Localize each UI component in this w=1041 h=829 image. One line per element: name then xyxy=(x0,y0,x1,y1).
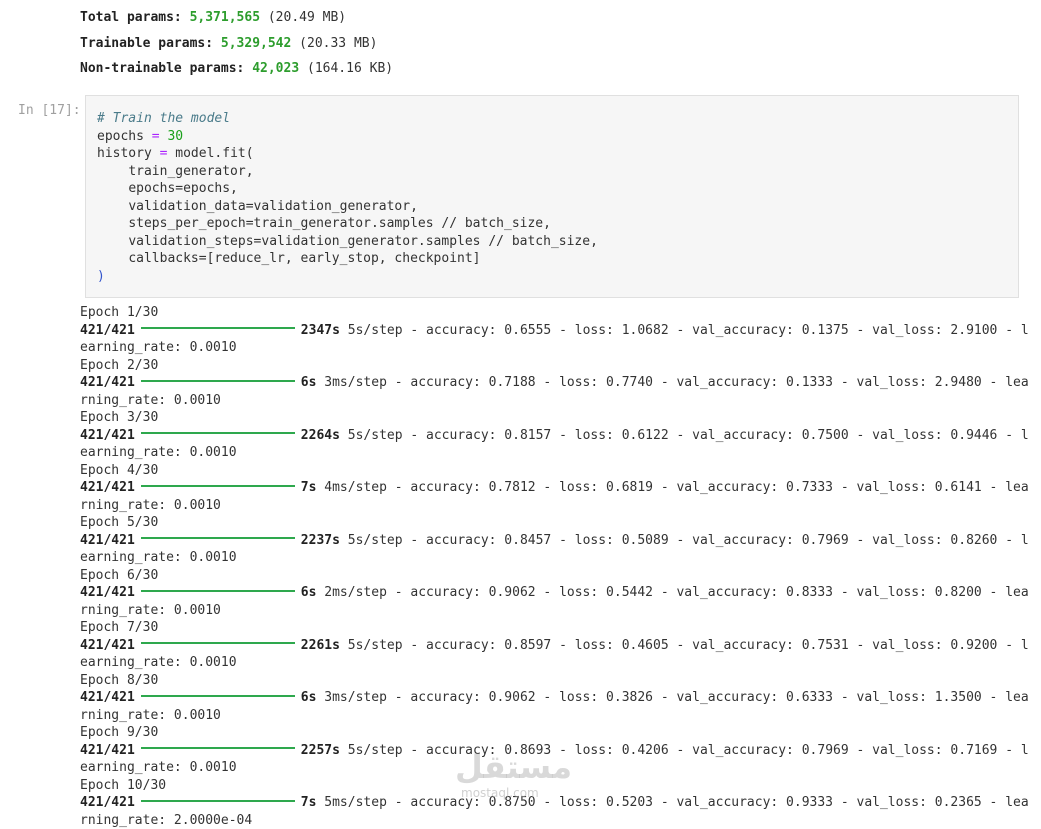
step-count: 421/421 xyxy=(80,638,135,653)
epoch-time: 7s xyxy=(301,795,317,810)
progress-bar xyxy=(141,747,295,749)
epoch-metrics-wrap: rning_rate: 0.0010 xyxy=(80,392,1029,410)
epoch-metrics: 2ms/step - accuracy: 0.9062 - loss: 0.54… xyxy=(316,585,1028,600)
step-count: 421/421 xyxy=(80,743,135,758)
summary-row-total: Total params: 5,371,565 (20.49 MB) xyxy=(80,8,393,34)
code-line: epochs = 30 xyxy=(97,128,1018,146)
epoch-progress-line: 421/421 6s 2ms/step - accuracy: 0.9062 - … xyxy=(80,584,1029,602)
code-line: history = model.fit( xyxy=(97,145,1018,163)
epoch-header: Epoch 2/30 xyxy=(80,357,1029,375)
step-count: 421/421 xyxy=(80,375,135,390)
step-count: 421/421 xyxy=(80,480,135,495)
code-line: epochs=epochs, xyxy=(97,180,1018,198)
epoch-time: 6s xyxy=(301,375,317,390)
step-count: 421/421 xyxy=(80,795,135,810)
code-line: # Train the model xyxy=(97,110,1018,128)
epoch-header: Epoch 6/30 xyxy=(80,567,1029,585)
epoch-header: Epoch 4/30 xyxy=(80,462,1029,480)
epoch-time: 2347s xyxy=(301,323,340,338)
step-count: 421/421 xyxy=(80,585,135,600)
code-line: steps_per_epoch=train_generator.samples … xyxy=(97,215,1018,233)
step-count: 421/421 xyxy=(80,428,135,443)
epoch-time: 6s xyxy=(301,690,317,705)
code-line: validation_steps=validation_generator.sa… xyxy=(97,233,1018,251)
epoch-metrics: 4ms/step - accuracy: 0.7812 - loss: 0.68… xyxy=(316,480,1028,495)
epoch-header: Epoch 5/30 xyxy=(80,514,1029,532)
epoch-metrics: 5s/step - accuracy: 0.8157 - loss: 0.612… xyxy=(340,428,1029,443)
epoch-metrics: 5ms/step - accuracy: 0.8750 - loss: 0.52… xyxy=(316,795,1028,810)
epoch-progress-line: 421/421 6s 3ms/step - accuracy: 0.7188 - … xyxy=(80,374,1029,392)
epoch-time: 2264s xyxy=(301,428,340,443)
epoch-progress-line: 421/421 2261s 5s/step - accuracy: 0.8597 … xyxy=(80,637,1029,655)
epoch-time: 2237s xyxy=(301,533,340,548)
step-count: 421/421 xyxy=(80,323,135,338)
epoch-header: Epoch 10/30 xyxy=(80,777,1029,795)
epoch-header: Epoch 3/30 xyxy=(80,409,1029,427)
code-line: validation_data=validation_generator, xyxy=(97,198,1018,216)
epoch-header: Epoch 9/30 xyxy=(80,724,1029,742)
epoch-metrics: 5s/step - accuracy: 0.6555 - loss: 1.068… xyxy=(340,323,1029,338)
epoch-metrics-wrap: earning_rate: 0.0010 xyxy=(80,339,1029,357)
code-line: ) xyxy=(97,268,1018,286)
progress-bar xyxy=(141,590,295,592)
summary-row-trainable: Trainable params: 5,329,542 (20.33 MB) xyxy=(80,34,393,60)
epoch-time: 2257s xyxy=(301,743,340,758)
epoch-metrics-wrap: earning_rate: 0.0010 xyxy=(80,759,1029,777)
step-count: 421/421 xyxy=(80,690,135,705)
epoch-header: Epoch 7/30 xyxy=(80,619,1029,637)
epoch-metrics-wrap: rning_rate: 2.0000e-04 xyxy=(80,812,1029,829)
code-cell-editor[interactable]: # Train the model epochs = 30 history = … xyxy=(85,95,1019,298)
progress-bar xyxy=(141,380,295,382)
epoch-metrics: 3ms/step - accuracy: 0.7188 - loss: 0.77… xyxy=(316,375,1028,390)
epoch-metrics-wrap: rning_rate: 0.0010 xyxy=(80,497,1029,515)
code-line: callbacks=[reduce_lr, early_stop, checkp… xyxy=(97,250,1018,268)
epoch-time: 2261s xyxy=(301,638,340,653)
epoch-metrics-wrap: earning_rate: 0.0010 xyxy=(80,549,1029,567)
code-comment: # Train the model xyxy=(97,111,230,126)
progress-bar xyxy=(141,695,295,697)
progress-bar xyxy=(141,800,295,802)
epoch-header: Epoch 1/30 xyxy=(80,304,1029,322)
epoch-progress-line: 421/421 2237s 5s/step - accuracy: 0.8457 … xyxy=(80,532,1029,550)
epoch-time: 6s xyxy=(301,585,317,600)
epoch-time: 7s xyxy=(301,480,317,495)
cell-prompt: In [17]: xyxy=(18,103,81,118)
progress-bar xyxy=(141,537,295,539)
model-summary: Total params: 5,371,565 (20.49 MB) Train… xyxy=(80,8,393,85)
epoch-metrics-wrap: rning_rate: 0.0010 xyxy=(80,602,1029,620)
epoch-progress-line: 421/421 2264s 5s/step - accuracy: 0.8157 … xyxy=(80,427,1029,445)
cell-output: Epoch 1/30421/4212347s 5s/step - accurac… xyxy=(80,304,1029,829)
epoch-progress-line: 421/421 7s 5ms/step - accuracy: 0.8750 - … xyxy=(80,794,1029,812)
epoch-metrics: 3ms/step - accuracy: 0.9062 - loss: 0.38… xyxy=(316,690,1028,705)
epoch-metrics-wrap: earning_rate: 0.0010 xyxy=(80,444,1029,462)
epoch-header: Epoch 8/30 xyxy=(80,672,1029,690)
epoch-progress-line: 421/421 2347s 5s/step - accuracy: 0.6555 … xyxy=(80,322,1029,340)
epoch-metrics-wrap: rning_rate: 0.0010 xyxy=(80,707,1029,725)
epoch-metrics: 5s/step - accuracy: 0.8457 - loss: 0.508… xyxy=(340,533,1029,548)
step-count: 421/421 xyxy=(80,533,135,548)
progress-bar xyxy=(141,432,295,434)
code-line: train_generator, xyxy=(97,163,1018,181)
progress-bar xyxy=(141,327,295,329)
epoch-metrics: 5s/step - accuracy: 0.8597 - loss: 0.460… xyxy=(340,638,1029,653)
epochs-value: 30 xyxy=(167,129,183,144)
epoch-progress-line: 421/421 2257s 5s/step - accuracy: 0.8693 … xyxy=(80,742,1029,760)
epoch-metrics-wrap: earning_rate: 0.0010 xyxy=(80,654,1029,672)
progress-bar xyxy=(141,642,295,644)
progress-bar xyxy=(141,485,295,487)
epoch-progress-line: 421/421 7s 4ms/step - accuracy: 0.7812 - … xyxy=(80,479,1029,497)
summary-row-non-trainable: Non-trainable params: 42,023 (164.16 KB) xyxy=(80,59,393,85)
epoch-progress-line: 421/421 6s 3ms/step - accuracy: 0.9062 - … xyxy=(80,689,1029,707)
epoch-metrics: 5s/step - accuracy: 0.8693 - loss: 0.420… xyxy=(340,743,1029,758)
